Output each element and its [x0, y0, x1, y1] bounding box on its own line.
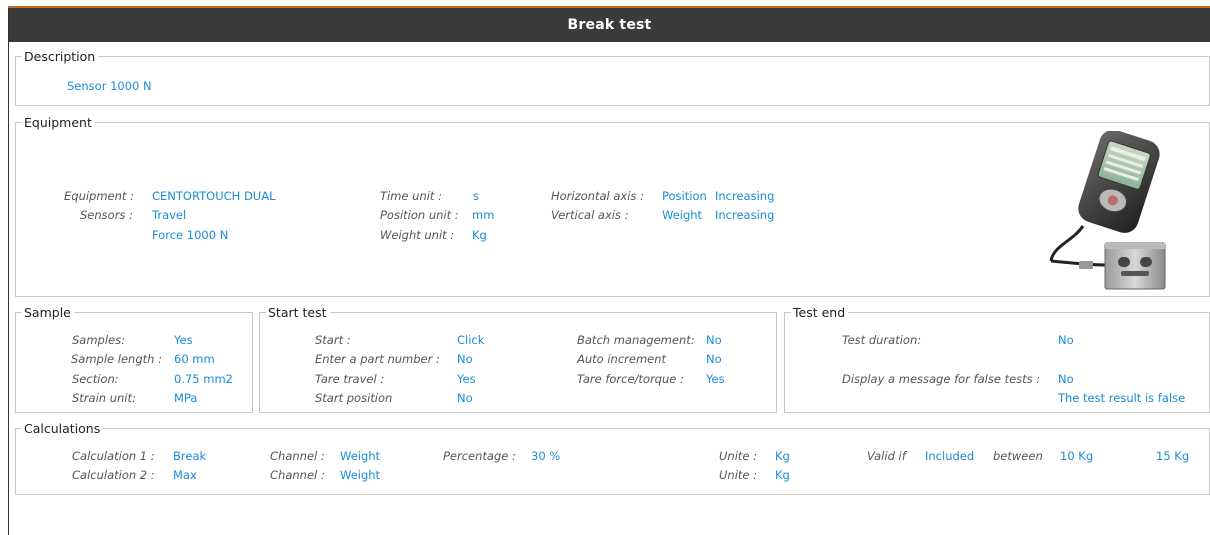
calculations-legend: Calculations [24, 421, 101, 436]
between-label: between [993, 449, 1043, 463]
start-value: Click [457, 333, 485, 347]
weight-unit-value: Kg [472, 228, 487, 242]
max-value: 15 Kg [1156, 449, 1190, 463]
auto-increment-label: Auto increment [577, 352, 667, 366]
horizontal-axis-direction: Increasing [715, 189, 775, 203]
sample-legend: Sample [24, 305, 71, 320]
vertical-axis-label: Vertical axis : [551, 208, 629, 222]
start-test-legend: Start test [268, 305, 327, 320]
section-label: Section: [72, 372, 119, 386]
test-duration-label: Test duration: [842, 333, 922, 347]
strain-unit-value: MPa [174, 391, 198, 405]
false-message-label: Display a message for false tests : [842, 372, 1041, 386]
time-unit-label: Time unit : [380, 189, 442, 203]
auto-increment-value: No [706, 352, 722, 366]
equipment-section: Equipment [15, 115, 1210, 297]
sample-length-label: Sample length : [71, 352, 162, 366]
calculation-1-value: Break [173, 449, 207, 463]
horizontal-axis-label: Horizontal axis : [551, 189, 644, 203]
description-text: Sensor 1000 N [67, 79, 152, 93]
section-value: 0.75 mm2 [174, 372, 233, 386]
equipment-label: Equipment : [64, 189, 134, 203]
tare-force-value: Yes [706, 372, 725, 386]
valid-if-value: Included [925, 449, 975, 463]
start-position-value: No [457, 391, 473, 405]
strain-unit-label: Strain unit: [72, 391, 136, 405]
tare-travel-label: Tare travel : [315, 372, 385, 386]
false-message-text: The test result is false [1058, 391, 1186, 405]
weight-unit-label: Weight unit : [380, 228, 455, 242]
sensor-force: Force 1000 N [152, 228, 229, 242]
tare-force-label: Tare force/torque : [577, 372, 684, 386]
description-legend: Description [24, 49, 96, 64]
unite-1-value: Kg [775, 449, 790, 463]
valid-if-label: Valid if [867, 449, 906, 463]
description-section: Description [15, 49, 1210, 106]
test-end-legend: Test end [793, 305, 846, 320]
position-unit-value: mm [472, 208, 495, 222]
vertical-axis-value: Weight [662, 208, 703, 222]
equipment-legend: Equipment [24, 115, 92, 130]
percentage-label: Percentage : [443, 449, 516, 463]
horizontal-axis-value: Position [662, 189, 707, 203]
start-label: Start : [315, 333, 351, 347]
batch-management-value: No [706, 333, 722, 347]
sample-length-value: 60 mm [174, 352, 215, 366]
part-number-value: No [457, 352, 473, 366]
position-unit-label: Position unit : [380, 208, 459, 222]
channel-2-label: Channel : [270, 468, 325, 482]
vertical-axis-direction: Increasing [715, 208, 775, 222]
percentage-value: 30 % [531, 449, 561, 463]
samples-label: Samples: [72, 333, 125, 347]
equipment-value: CENTORTOUCH DUAL [152, 189, 276, 203]
channel-2-value: Weight [340, 468, 381, 482]
part-number-label: Enter a part number : [315, 352, 440, 366]
sensor-travel: Travel [152, 208, 187, 222]
calculation-2-value: Max [173, 468, 197, 482]
samples-value: Yes [174, 333, 193, 347]
time-unit-value: s [473, 189, 479, 203]
tare-travel-value: Yes [457, 372, 476, 386]
force-gauge-device-image [1049, 131, 1166, 290]
unite-2-label: Unite : [719, 468, 758, 482]
channel-1-label: Channel : [270, 449, 325, 463]
page-title: Break test [9, 8, 1210, 42]
test-duration-value: No [1058, 333, 1074, 347]
unite-2-value: Kg [775, 468, 790, 482]
sensors-label: Sensors : [80, 208, 133, 222]
calculation-2-label: Calculation 2 : [72, 468, 155, 482]
calculation-1-label: Calculation 1 : [72, 449, 155, 463]
min-value: 10 Kg [1060, 449, 1094, 463]
batch-management-label: Batch management: [577, 333, 695, 347]
channel-1-value: Weight [340, 449, 381, 463]
start-position-label: Start position [315, 391, 393, 405]
unite-1-label: Unite : [719, 449, 758, 463]
false-message-value: No [1058, 372, 1074, 386]
